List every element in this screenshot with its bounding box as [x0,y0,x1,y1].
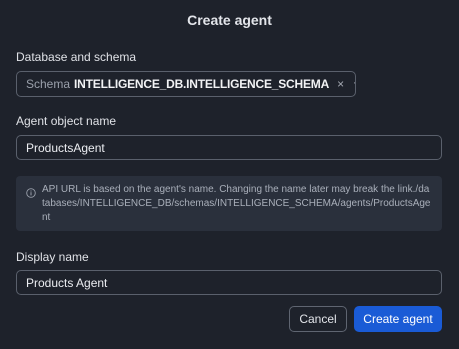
dialog-title: Create agent [187,12,272,28]
create-agent-button[interactable]: Create agent [354,306,442,332]
api-url-info-box: API URL is based on the agent's name. Ch… [16,176,442,231]
database-schema-select[interactable]: Schema INTELLIGENCE_DB.INTELLIGENCE_SCHE… [16,71,356,97]
database-schema-label: Database and schema [16,50,137,64]
schema-selected-value: INTELLIGENCE_DB.INTELLIGENCE_SCHEMA [74,77,330,91]
cancel-button[interactable]: Cancel [289,306,347,332]
info-circle-icon [26,185,36,198]
agent-object-name-label: Agent object name [16,114,117,128]
api-url-info-text: API URL is based on the agent's name. Ch… [42,184,431,223]
agent-object-name-input[interactable]: ProductsAgent [16,135,442,160]
create-agent-dialog: Create agent Database and schema Schema … [0,0,459,349]
chevron-down-icon[interactable] [353,79,355,89]
display-name-input[interactable]: Products Agent [16,270,442,295]
schema-prefix-label: Schema [26,77,71,91]
display-name-label: Display name [16,250,89,264]
clear-icon[interactable]: × [337,78,344,90]
